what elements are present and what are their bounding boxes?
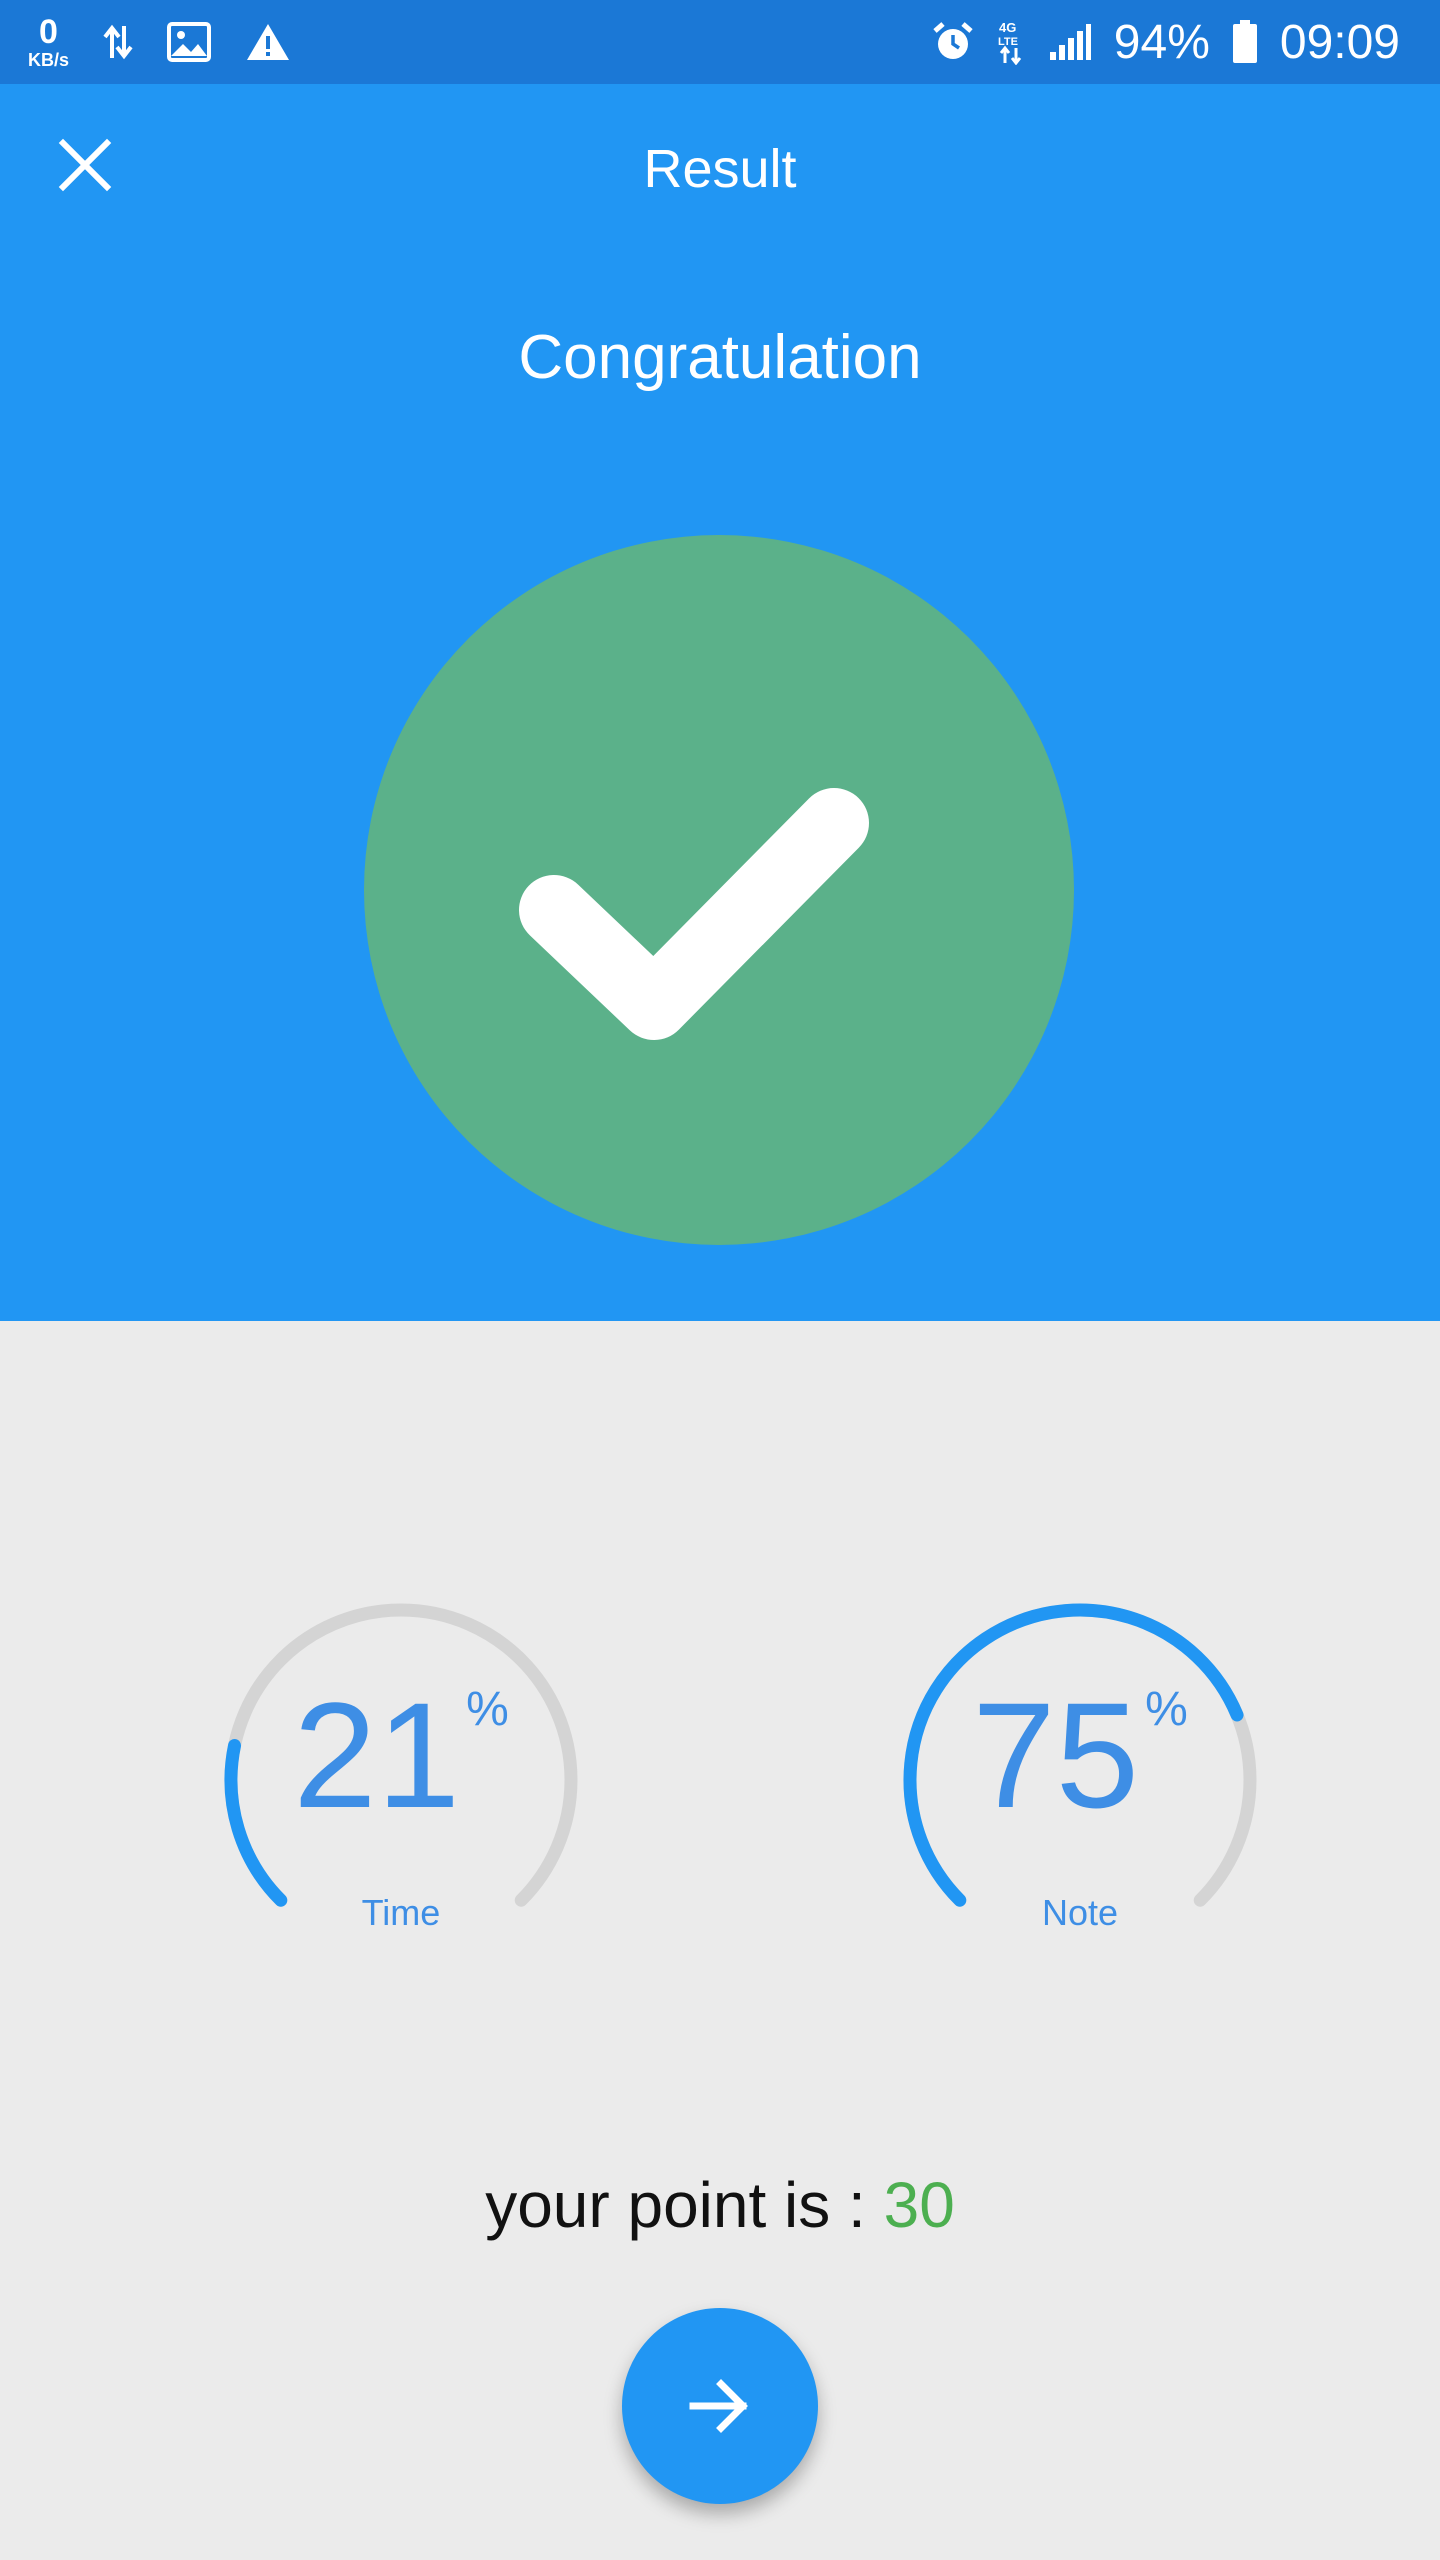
data-transfer-icon (103, 22, 133, 62)
svg-text:LTE: LTE (998, 36, 1018, 48)
signal-icon (1048, 22, 1092, 62)
time-gauge-unit: % (466, 1683, 509, 1736)
status-bar-right: 4G LTE 94% 09:09 (932, 0, 1400, 84)
alarm-icon (932, 21, 974, 63)
note-gauge: 75% Note (890, 1590, 1270, 1970)
image-icon (167, 22, 212, 62)
battery-level: 94% (1113, 15, 1210, 69)
congratulation-heading: Congratulation (518, 323, 922, 392)
arrow-right-icon (689, 2379, 748, 2433)
network-speed-value: 0 (39, 13, 58, 51)
page-title: Result (643, 139, 797, 199)
time-gauge: 21% Time (211, 1590, 591, 1970)
time-gauge-number: 21 (293, 1671, 461, 1839)
note-gauge-number: 75 (972, 1671, 1140, 1839)
success-badge (364, 535, 1074, 1245)
score-points: 30 (883, 2169, 955, 2241)
time-gauge-label: Time (361, 1892, 441, 1933)
network-speed-unit: KB/s (28, 50, 70, 70)
clock: 09:09 (1279, 15, 1400, 69)
status-bar-left: 0 KB/s (28, 0, 291, 84)
next-button[interactable] (622, 2308, 818, 2504)
note-gauge-label: Note (1041, 1892, 1119, 1933)
network-speed: 0 KB/s (28, 15, 69, 69)
svg-text:4G: 4G (999, 20, 1016, 35)
time-gauge-value: 21% (211, 1680, 591, 1830)
checkmark-icon (519, 788, 869, 1040)
warning-icon (245, 22, 291, 62)
status-bar: 0 KB/s 4G LTE 94% 09:09 (0, 0, 1440, 84)
note-gauge-value: 75% (890, 1680, 1270, 1830)
4g-lte-icon: 4G LTE (996, 19, 1026, 65)
score-text: your point is : 30 (0, 2168, 1440, 2242)
result-screen: 0 KB/s 4G LTE 94% 09:09 Result Congratul… (0, 0, 1440, 2560)
score-prefix: your point is : (485, 2169, 884, 2241)
note-gauge-unit: % (1145, 1683, 1188, 1736)
battery-icon (1232, 20, 1258, 64)
